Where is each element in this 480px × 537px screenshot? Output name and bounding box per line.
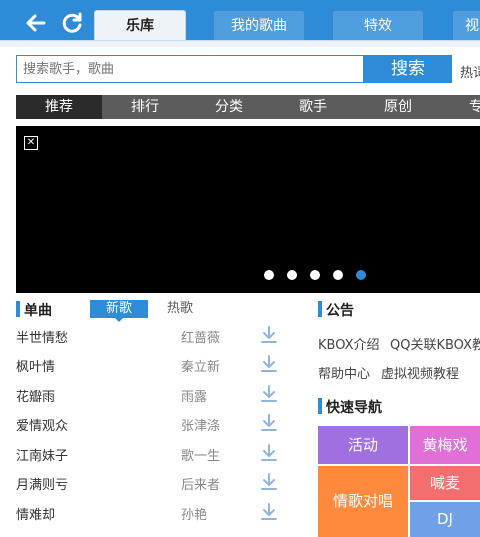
song-artist[interactable]: 张津涤	[181, 415, 220, 434]
song-artist[interactable]: 雨露	[181, 386, 207, 405]
category-bar: 推荐 排行 分类 歌手 原创 专	[16, 95, 480, 119]
tab-hot-songs[interactable]: 热歌	[158, 300, 202, 318]
song-title[interactable]: 月满则亏	[16, 474, 68, 493]
song-title[interactable]: 枫叶情	[16, 356, 55, 375]
category-special[interactable]: 专	[456, 95, 480, 119]
category-singers[interactable]: 歌手	[270, 95, 356, 119]
notice-link-virtual-video[interactable]: 虚拟视频教程	[381, 363, 459, 382]
category-genres[interactable]: 分类	[186, 95, 272, 119]
category-charts[interactable]: 排行	[102, 95, 188, 119]
song-row[interactable]: 月满则亏 后来者	[16, 472, 286, 494]
quicknav-tile-huangmei[interactable]: 黄梅戏	[410, 426, 480, 464]
tab-my-songs[interactable]: 我的歌曲	[213, 10, 305, 40]
broken-image-icon: ✕	[24, 136, 38, 150]
notice-link-kbox-intro[interactable]: KBOX介绍	[318, 334, 380, 353]
song-artist[interactable]: 后来者	[181, 474, 220, 493]
category-recommended[interactable]: 推荐	[16, 95, 102, 119]
download-icon[interactable]	[260, 472, 278, 492]
song-title[interactable]: 爱情观众	[16, 415, 68, 434]
carousel-dot[interactable]	[287, 270, 297, 280]
tab-new-songs[interactable]: 新歌	[90, 300, 148, 322]
songs-section-title: 单曲	[24, 303, 52, 319]
download-icon[interactable]	[260, 443, 278, 463]
section-marker	[16, 301, 20, 317]
quicknav-tile-shouting[interactable]: 喊麦	[410, 466, 480, 500]
section-marker	[318, 398, 322, 414]
song-row[interactable]: 花瓣雨 雨露	[16, 384, 286, 406]
tab-music-library[interactable]: 乐库	[94, 10, 186, 40]
song-artist[interactable]: 孙艳	[181, 504, 207, 523]
search-button[interactable]: 搜索	[364, 55, 452, 83]
banner-carousel[interactable]: ✕	[16, 126, 480, 293]
download-icon[interactable]	[260, 413, 278, 433]
download-icon[interactable]	[260, 325, 278, 345]
tab-underline	[0, 40, 480, 47]
download-icon[interactable]	[260, 384, 278, 404]
carousel-dot[interactable]	[333, 270, 343, 280]
song-title[interactable]: 江南妹子	[16, 445, 68, 464]
quicknav-tile-dj[interactable]: DJ	[410, 502, 480, 537]
song-row[interactable]: 江南妹子 歌一生	[16, 443, 286, 465]
download-icon[interactable]	[260, 502, 278, 522]
notice-link-qq-kbox[interactable]: QQ关联KBOX教	[390, 334, 480, 353]
download-icon[interactable]	[260, 354, 278, 374]
song-artist[interactable]: 歌一生	[181, 445, 220, 464]
song-row[interactable]: 半世情愁 红蔷薇	[16, 325, 286, 347]
song-row[interactable]: 情难却 孙艳	[16, 502, 286, 524]
song-artist[interactable]: 秦立新	[181, 356, 220, 375]
song-title[interactable]: 花瓣雨	[16, 386, 55, 405]
search-input[interactable]	[17, 56, 363, 82]
carousel-dot-active[interactable]	[356, 270, 366, 280]
carousel-dot[interactable]	[264, 270, 274, 280]
top-bar: 乐库 我的歌曲 特效 视	[0, 0, 480, 44]
carousel-dot[interactable]	[310, 270, 320, 280]
search-field[interactable]	[16, 55, 364, 83]
quicknav-tile-activity[interactable]: 活动	[318, 426, 408, 464]
tab-video[interactable]: 视	[452, 10, 480, 40]
notice-section-title: 公告	[326, 303, 354, 319]
song-title[interactable]: 半世情愁	[16, 327, 68, 346]
quicknav-section-title: 快速导航	[326, 400, 382, 416]
song-row[interactable]: 枫叶情 秦立新	[16, 354, 286, 376]
section-marker	[318, 301, 322, 317]
quicknav-tile-love-duet[interactable]: 情歌对唱	[318, 466, 408, 537]
tab-effects[interactable]: 特效	[332, 10, 424, 40]
category-original[interactable]: 原创	[355, 95, 441, 119]
refresh-icon[interactable]	[58, 9, 86, 37]
song-artist[interactable]: 红蔷薇	[181, 327, 220, 346]
notice-link-help-center[interactable]: 帮助中心	[318, 363, 370, 382]
hot-words-label[interactable]: 热词	[460, 62, 480, 81]
song-row[interactable]: 爱情观众 张津涤	[16, 413, 286, 435]
back-arrow-icon[interactable]	[22, 9, 50, 37]
song-title[interactable]: 情难却	[16, 504, 55, 523]
